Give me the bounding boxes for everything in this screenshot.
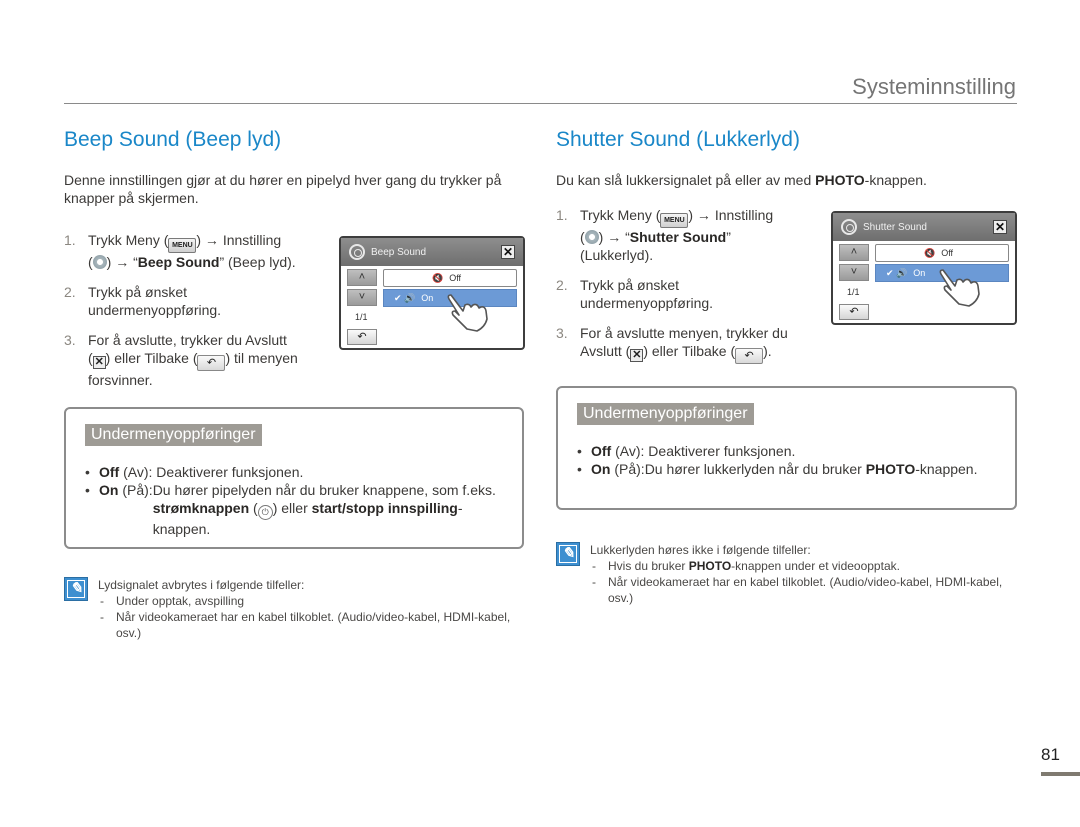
note-item: - Under opptak, avspilling xyxy=(100,594,245,608)
beep-submenu-list: • Off (Av): Deaktiverer funksjonen. • On… xyxy=(85,463,505,538)
menu-key-icon: MENU xyxy=(660,213,689,228)
exit-x-icon: ✕ xyxy=(92,356,106,369)
scroll-up-button[interactable]: ˄ xyxy=(347,269,377,286)
check-icon: ✔ xyxy=(886,268,894,278)
scroll-up-button[interactable]: ˄ xyxy=(839,244,869,261)
power-icon: ⏻ xyxy=(257,505,273,520)
page-number-bar xyxy=(1041,772,1080,776)
shutter-sound-screen: Shutter Sound ✕ ˄ ˅ 1/1 ↶ 🔇 Off ✔ 🔊 On xyxy=(831,211,1017,325)
shutter-note: Lukkerlyden høres ikke i følgende tilfel… xyxy=(590,542,1015,606)
settings-gear-icon xyxy=(92,255,107,269)
submenu-label: Undermenyoppføringer xyxy=(577,403,754,425)
beep-step-1: 1. Trykk Meny (MENU) → Innstilling () → … xyxy=(64,232,296,270)
speaker-muted-icon: 🔇 xyxy=(432,273,444,283)
beep-steps: 1. Trykk Meny (MENU) → Innstilling () → … xyxy=(64,231,329,401)
shutter-section-title: Shutter Sound (Lukkerlyd) xyxy=(556,128,800,151)
beep-section-title: Beep Sound (Beep lyd) xyxy=(64,128,282,151)
back-icon: ↶ xyxy=(735,348,764,364)
scroll-down-button[interactable]: ˅ xyxy=(839,264,869,281)
settings-gear-icon xyxy=(349,244,365,260)
beep-sound-screen: Beep Sound ✕ ˄ ˅ 1/1 ↶ 🔇 Off ✔ 🔊 On xyxy=(339,236,525,350)
close-icon[interactable]: ✕ xyxy=(501,245,515,259)
note-icon: ✎ xyxy=(64,577,88,601)
speaker-muted-icon: 🔇 xyxy=(924,248,936,258)
pointing-hand-icon xyxy=(939,269,980,307)
submenu-item-off: • Off (Av): Deaktiverer funksjonen. xyxy=(85,464,304,480)
close-icon[interactable]: ✕ xyxy=(993,220,1007,234)
page-number: 81 xyxy=(1041,745,1060,764)
exit-x-icon: ✕ xyxy=(630,349,644,362)
shutter-intro: Du kan slå lukkersignalet på eller av me… xyxy=(556,172,927,188)
page-indicator: 1/1 xyxy=(847,287,860,297)
submenu-item-on: • On (På): Du hører lukkerlyden når du b… xyxy=(577,461,978,477)
option-off[interactable]: 🔇 Off xyxy=(875,244,1009,262)
page-indicator: 1/1 xyxy=(355,312,368,322)
note-item: - Når videokameraet har en kabel tilkoble… xyxy=(100,610,511,640)
screen-header: Shutter Sound ✕ xyxy=(833,213,1015,241)
beep-note: Lydsignalet avbrytes i følgende tilfelle… xyxy=(98,577,518,641)
back-button[interactable]: ↶ xyxy=(347,329,377,345)
beep-submenu-box: Undermenyoppføringer • Off (Av): Deaktiv… xyxy=(64,407,524,549)
submenu-item-off: • Off (Av): Deaktiverer funksjonen. xyxy=(577,443,796,459)
pointing-hand-icon xyxy=(447,294,488,332)
settings-gear-icon xyxy=(841,219,857,235)
option-off[interactable]: 🔇 Off xyxy=(383,269,517,287)
shutter-step-3: 3. For å avslutte menyen, trykker du Avs… xyxy=(556,325,788,364)
menu-key-icon: MENU xyxy=(168,238,197,253)
header-divider xyxy=(64,103,1017,104)
speaker-icon: 🔊 xyxy=(404,293,416,303)
settings-gear-icon xyxy=(584,230,599,244)
back-icon: ↶ xyxy=(197,355,226,371)
beep-intro: Denne innstillingen gjør at du hører en … xyxy=(64,172,502,206)
beep-step-2: 2. Trykk på ønsket undermenyoppføring. xyxy=(64,284,222,318)
screen-header: Beep Sound ✕ xyxy=(341,238,523,266)
chapter-title: Systeminnstilling xyxy=(852,74,1016,99)
note-item: - Når videokameraet har en kabel tilkoble… xyxy=(592,575,1003,605)
back-button[interactable]: ↶ xyxy=(839,304,869,320)
note-item: - Hvis du bruker PHOTO-knappen under et v… xyxy=(592,559,900,573)
submenu-label: Undermenyoppføringer xyxy=(85,424,262,446)
shutter-submenu-box: Undermenyoppføringer • Off (Av): Deaktiv… xyxy=(556,386,1017,510)
check-icon: ✔ xyxy=(394,293,402,303)
submenu-item-on: • On (På): Du hører pipelyden når du bru… xyxy=(85,482,496,537)
scroll-down-button[interactable]: ˅ xyxy=(347,289,377,306)
shutter-steps: 1. Trykk Meny (MENU) → Innstilling () → … xyxy=(556,206,821,376)
speaker-icon: 🔊 xyxy=(896,268,908,278)
beep-step-3: 3. For å avslutte, trykker du Avslutt (✕… xyxy=(64,332,298,388)
shutter-submenu-list: • Off (Av): Deaktiverer funksjonen. • On… xyxy=(577,442,997,478)
shutter-step-2: 2. Trykk på ønsket undermenyoppføring. xyxy=(556,277,714,311)
note-icon: ✎ xyxy=(556,542,580,566)
shutter-step-1: 1. Trykk Meny (MENU) → Innstilling () → … xyxy=(556,207,774,263)
